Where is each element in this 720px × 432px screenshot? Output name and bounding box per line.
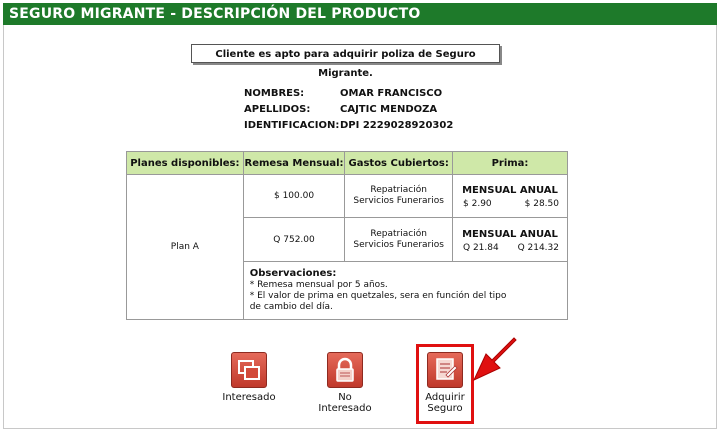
nombres-value: OMAR FRANCISCO — [340, 88, 443, 99]
no-interesado-button[interactable]: No Interesado — [310, 352, 380, 414]
remesa-value: $ 100.00 — [242, 174, 346, 218]
header-prima: Prima: — [452, 151, 568, 175]
gastos-cell: Repatriación Servicios Funerarios — [344, 174, 454, 218]
table-header-row: Planes disponibles: Remesa Mensual: Gast… — [126, 151, 568, 175]
gastos-line: Repatriación — [370, 185, 427, 195]
observaciones: Observaciones: * Remesa mensual por 5 añ… — [242, 261, 569, 320]
highlight-box — [416, 344, 474, 424]
plan-name: Plan A — [126, 174, 244, 320]
lock-icon — [327, 352, 363, 388]
plans-table: Planes disponibles: Remesa Mensual: Gast… — [126, 151, 569, 320]
windows-icon — [231, 352, 267, 388]
interesado-label: Interesado — [222, 392, 276, 403]
apellidos-value: CAJTIC MENDOZA — [340, 104, 438, 115]
prima-values: Q 21.84 Q 214.32 — [453, 240, 567, 253]
remesa-value: Q 752.00 — [242, 217, 346, 262]
red-arrow-icon — [472, 337, 517, 382]
page-title: SEGURO MIGRANTE - DESCRIPCIÓN DEL PRODUC… — [3, 3, 717, 25]
gastos-cell: Repatriación Servicios Funerarios — [344, 217, 454, 262]
prima-head: MENSUAL ANUAL — [462, 185, 558, 196]
header-remesa: Remesa Mensual: — [242, 151, 346, 175]
obs-title: Observaciones: — [249, 268, 337, 279]
header-planes: Planes disponibles: — [126, 151, 244, 175]
identificacion-value: DPI 2229028920302 — [340, 120, 454, 131]
eligibility-notice: Cliente es apto para adquirir poliza de … — [191, 44, 500, 79]
prima-anual: $ 28.50 — [524, 199, 559, 209]
no-interesado-label-2: Interesado — [318, 403, 372, 414]
obs-line: * Remesa mensual por 5 años. — [249, 280, 388, 290]
gastos-line: Servicios Funerarios — [353, 239, 444, 250]
prima-anual: Q 214.32 — [517, 242, 559, 253]
gastos-line: Servicios Funerarios — [353, 196, 444, 206]
gastos-line: Repatriación — [370, 228, 427, 239]
identificacion-label: IDENTIFICACION: — [244, 120, 340, 131]
prima-head: MENSUAL ANUAL — [462, 228, 558, 240]
prima-mensual: Q 21.84 — [463, 242, 499, 253]
prima-cell: MENSUAL ANUAL Q 21.84 Q 214.32 — [452, 217, 568, 262]
no-interesado-label-1: No — [338, 392, 352, 403]
nombres-label: NOMBRES: — [244, 88, 305, 99]
interesado-button[interactable]: Interesado — [214, 352, 284, 403]
prima-values: $ 2.90 $ 28.50 — [453, 196, 567, 209]
header-gastos: Gastos Cubiertos: — [344, 151, 454, 175]
apellidos-label: APELLIDOS: — [244, 104, 311, 115]
table-row: Plan A $ 100.00 Repatriación Servicios F… — [126, 174, 568, 320]
obs-line: de cambio del día. — [249, 302, 333, 312]
obs-line: * El valor de prima en quetzales, sera e… — [249, 291, 507, 301]
prima-cell: MENSUAL ANUAL $ 2.90 $ 28.50 — [452, 174, 568, 218]
prima-mensual: $ 2.90 — [463, 199, 492, 209]
